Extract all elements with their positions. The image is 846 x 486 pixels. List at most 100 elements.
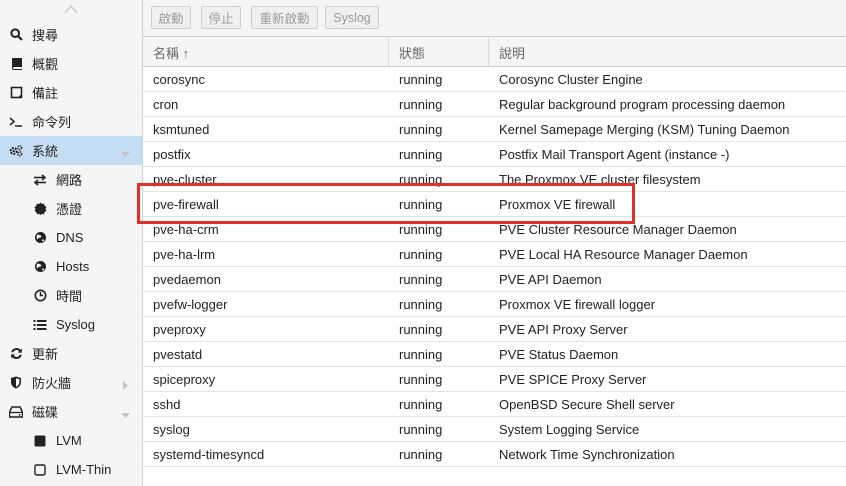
sidebar-item-label: 搜尋 <box>32 28 59 43</box>
service-status-cell: running <box>399 97 443 112</box>
service-description-cell: Proxmox VE firewall logger <box>499 297 656 312</box>
sidebar-item[interactable]: 網路 <box>0 165 143 194</box>
table-row[interactable]: postfix running Postfix Mail Transport Age… <box>143 142 846 167</box>
service-description-cell: Kernel Samepage Merging (KSM) Tuning Dae… <box>499 122 790 137</box>
table-row[interactable]: sshd running OpenBSD Secure Shell server <box>143 392 846 417</box>
grid-header: 名稱 ↑ 狀態 說明 <box>143 37 846 67</box>
table-row[interactable]: pvedaemon running PVE API Daemon <box>143 267 846 292</box>
service-description-cell: Network Time Synchronization <box>499 447 675 462</box>
sidebar-item-label: Hosts <box>56 259 90 274</box>
service-name-cell: corosync <box>153 72 206 87</box>
sidebar-item[interactable]: 憑證 <box>0 194 143 223</box>
service-description-cell: Proxmox VE firewall <box>499 197 616 212</box>
column-header-name[interactable]: 名稱 ↑ <box>143 37 389 67</box>
service-name-cell: pve-cluster <box>153 172 217 187</box>
chevron-up-icon[interactable] <box>64 4 78 14</box>
service-description-cell: Postfix Mail Transport Agent (instance -… <box>499 147 730 162</box>
service-description-cell: System Logging Service <box>499 422 640 437</box>
service-name-cell: postfix <box>153 147 191 162</box>
service-status-cell: running <box>399 422 443 437</box>
sidebar-item-label: Syslog <box>56 317 96 332</box>
chevron-right-icon[interactable] <box>121 378 129 390</box>
sidebar-item[interactable]: 系統 <box>0 136 143 165</box>
column-header-status[interactable]: 狀態 <box>389 37 489 67</box>
table-row[interactable]: ksmtuned running Kernel Samepage Merging (… <box>143 117 846 142</box>
sidebar-item[interactable]: 搜尋 <box>0 20 143 49</box>
sidebar-item[interactable]: Syslog <box>0 310 143 339</box>
sidebar-item-label: 系統 <box>32 144 59 159</box>
table-row[interactable]: pve-firewall running Proxmox VE firewall <box>143 192 846 217</box>
globe-icon <box>33 231 47 245</box>
sidebar-item[interactable]: LVM-Thin <box>0 455 143 484</box>
service-name-cell: pveproxy <box>153 322 206 337</box>
book-icon <box>9 57 23 71</box>
service-status-cell: running <box>399 247 443 262</box>
list-icon <box>33 318 47 332</box>
table-row[interactable]: syslog running System Logging Service <box>143 417 846 442</box>
sidebar-item[interactable]: 備註 <box>0 78 143 107</box>
service-name-cell: pve-firewall <box>153 197 219 212</box>
sidebar-item[interactable]: 概觀 <box>0 49 143 78</box>
syslog-button[interactable]: Syslog <box>325 6 379 29</box>
table-row[interactable]: spiceproxy running PVE SPICE Proxy Server <box>143 367 846 392</box>
table-row[interactable]: systemd-timesyncd running Network Time Syn… <box>143 442 846 467</box>
service-description-cell: PVE Status Daemon <box>499 347 619 362</box>
service-status-cell: running <box>399 322 443 337</box>
sidebar-item-label: 磁碟 <box>32 405 59 420</box>
table-row[interactable]: pve-ha-crm running PVE Cluster Resource Ma… <box>143 217 846 242</box>
table-row[interactable]: cron running Regular background program pr… <box>143 92 846 117</box>
sidebar: 搜尋概觀備註命令列系統網路憑證 DNS Hosts 時間 Syslog 更新 防火牆磁碟 LV… <box>0 0 143 486</box>
table-row[interactable]: pvestatd running PVE Status Daemon <box>143 342 846 367</box>
square-icon <box>33 434 47 448</box>
sidebar-item[interactable]: 防火牆 <box>0 368 143 397</box>
service-description-cell: Corosync Cluster Engine <box>499 72 643 87</box>
sidebar-item[interactable]: 命令列 <box>0 107 143 136</box>
table-row[interactable]: pveproxy running PVE API Proxy Server <box>143 317 846 342</box>
service-name-cell: pvefw-logger <box>153 297 228 312</box>
clock-icon <box>33 289 47 303</box>
search-icon <box>9 28 23 42</box>
service-description-cell: PVE SPICE Proxy Server <box>499 372 647 387</box>
chevron-down-icon[interactable] <box>121 407 130 418</box>
service-status-cell: running <box>399 347 443 362</box>
sidebar-item-label: 命令列 <box>32 115 72 130</box>
sidebar-item[interactable]: 更新 <box>0 339 143 368</box>
service-status-cell: running <box>399 147 443 162</box>
start-button[interactable]: 啟動 <box>151 6 191 29</box>
sidebar-item-label: 備註 <box>32 86 59 101</box>
sidebar-item[interactable]: 磁碟 <box>0 397 143 426</box>
sidebar-item[interactable]: 時間 <box>0 281 143 310</box>
services-grid: 名稱 ↑ 狀態 說明 corosync running Corosync Clust… <box>143 37 846 486</box>
certificate-icon <box>33 202 47 216</box>
sidebar-item-label: LVM-Thin <box>56 462 112 477</box>
sidebar-item[interactable]: Hosts <box>0 252 143 281</box>
table-row[interactable]: pvefw-logger running Proxmox VE firewall l… <box>143 292 846 317</box>
table-row[interactable]: corosync running Corosync Cluster Engine <box>143 67 846 92</box>
toolbar: 啟動 停止 重新啟動 Syslog <box>143 0 846 37</box>
service-status-cell: running <box>399 372 443 387</box>
table-row[interactable]: pve-ha-lrm running PVE Local HA Resource M… <box>143 242 846 267</box>
stop-button[interactable]: 停止 <box>201 6 241 29</box>
service-status-cell: running <box>399 197 443 212</box>
service-name-cell: sshd <box>153 397 181 412</box>
sidebar-item-label: 憑證 <box>56 202 83 217</box>
sidebar-item-label: 網路 <box>56 173 83 188</box>
chevron-down-icon[interactable] <box>121 146 130 157</box>
sidebar-item[interactable]: LVM <box>0 426 143 455</box>
service-status-cell: running <box>399 397 443 412</box>
sidebar-item[interactable]: DNS <box>0 223 143 252</box>
service-status-cell: running <box>399 272 443 287</box>
sidebar-top <box>0 0 142 21</box>
hdd-icon <box>9 405 23 419</box>
column-header-description[interactable]: 說明 <box>489 37 846 67</box>
service-name-cell: spiceproxy <box>153 372 216 387</box>
table-row[interactable]: pve-cluster running The Proxmox VE cluster… <box>143 167 846 192</box>
sidebar-item-label: 時間 <box>56 289 83 304</box>
service-name-cell: cron <box>153 97 179 112</box>
service-name-cell: pve-ha-lrm <box>153 247 216 262</box>
service-name-cell: pvestatd <box>153 347 203 362</box>
service-name-cell: pve-ha-crm <box>153 222 219 237</box>
restart-button[interactable]: 重新啟動 <box>251 6 318 29</box>
service-name-cell: pvedaemon <box>153 272 221 287</box>
service-status-cell: running <box>399 122 443 137</box>
